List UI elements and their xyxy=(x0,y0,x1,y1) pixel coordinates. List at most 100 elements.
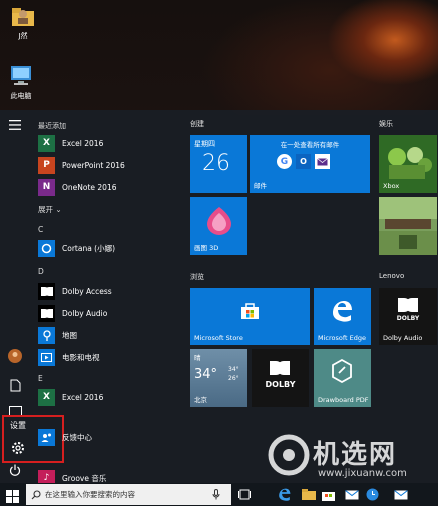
dolby-icon xyxy=(398,298,418,312)
dolby-wordmark: DOLBY xyxy=(396,315,420,322)
maps-icon xyxy=(38,326,55,344)
user-folder-icon xyxy=(10,4,36,28)
app-item-groove[interactable]: ♪ Groove 音乐 xyxy=(38,467,178,483)
outlook-icon: O xyxy=(296,154,311,169)
app-item-maps[interactable]: 地图 xyxy=(38,324,178,346)
start-menu: 设置 最近添加 X Excel 2016 P PowerPoint 2016 N… xyxy=(0,110,438,483)
chevron-down-icon: ⌄ xyxy=(55,205,62,214)
group-header-entertainment[interactable]: 娱乐 xyxy=(379,119,393,129)
movies-icon xyxy=(38,348,55,366)
app-label: Dolby Access xyxy=(62,286,112,296)
desktop-icon-this-pc[interactable]: 此电脑 xyxy=(1,64,41,101)
paint3d-icon xyxy=(207,207,231,235)
excel-icon: X xyxy=(38,134,55,152)
tile-label: Microsoft Edge xyxy=(318,334,367,342)
watermark: 机选网 www.jixuanw.com xyxy=(268,430,438,506)
app-label: Cortana (小娜) xyxy=(62,243,116,253)
letter-header-c[interactable]: C xyxy=(38,225,43,234)
tile-weather[interactable]: 晴 34° 34° 26° 北京 xyxy=(190,349,247,407)
powerpoint-icon: P xyxy=(38,156,55,174)
hamburger-menu-icon[interactable] xyxy=(7,117,23,133)
desktop-wallpaper xyxy=(0,0,438,115)
avatar[interactable] xyxy=(7,348,23,364)
search-icon xyxy=(31,489,41,500)
app-label: Dolby Audio xyxy=(62,308,108,318)
task-view-icon[interactable] xyxy=(236,486,253,503)
dolby-icon xyxy=(270,361,290,375)
recent-header: 最近添加 xyxy=(38,122,66,130)
tile-label: Xbox xyxy=(383,182,400,190)
tile-label: Drawboard PDF xyxy=(318,396,369,404)
app-label: PowerPoint 2016 xyxy=(62,160,125,170)
app-label: 电影和电视 xyxy=(62,352,100,362)
desktop-icon-user-folder[interactable]: J然 xyxy=(3,4,43,41)
tile-microsoft-store[interactable]: Microsoft Store xyxy=(190,288,310,345)
weather-low: 26° xyxy=(228,375,239,382)
taskbar-search-input[interactable]: 在这里输入你要搜索的内容 xyxy=(26,484,231,505)
watermark-logo-icon xyxy=(268,434,310,476)
tile-label: Dolby Audio xyxy=(383,334,423,342)
letter-header-d[interactable]: D xyxy=(38,267,44,276)
group-header-lenovo[interactable]: Lenovo xyxy=(379,272,404,280)
documents-icon[interactable] xyxy=(7,377,23,393)
computer-icon xyxy=(8,64,34,88)
groove-icon: ♪ xyxy=(38,469,55,483)
tile-microsoft-edge[interactable]: Microsoft Edge xyxy=(314,288,371,345)
tile-dolby[interactable]: DOLBY xyxy=(252,349,309,407)
tile-minecraft[interactable] xyxy=(379,197,437,255)
app-label: 反馈中心 xyxy=(62,432,92,442)
tile-label: 邮件 xyxy=(254,182,267,190)
app-item-excel-recent[interactable]: X Excel 2016 xyxy=(38,132,178,154)
store-bag-icon xyxy=(241,303,259,319)
tile-mail[interactable]: 在一处查看所有邮件 G O 邮件 xyxy=(250,135,370,193)
excel-icon: X xyxy=(38,388,55,406)
edge-icon xyxy=(333,301,352,322)
windows-start-icon[interactable] xyxy=(6,488,19,503)
app-label: Groove 音乐 xyxy=(62,473,107,483)
weather-high: 34° xyxy=(228,366,239,373)
app-item-excel[interactable]: X Excel 2016 xyxy=(38,386,178,408)
expand-label: 展开 xyxy=(38,205,53,214)
app-item-movies[interactable]: 电影和电视 xyxy=(38,346,178,368)
gear-icon[interactable] xyxy=(10,440,26,456)
app-item-onenote[interactable]: N OneNote 2016 xyxy=(38,176,178,198)
calendar-weekday: 星期四 xyxy=(194,140,215,148)
feedback-icon xyxy=(38,428,55,446)
weather-condition: 晴 xyxy=(194,354,201,362)
app-label: 地图 xyxy=(62,330,77,340)
watermark-url: www.jixuanw.com xyxy=(318,468,407,479)
dolby-icon xyxy=(38,282,55,300)
tiles-area: 创建 娱乐 浏览 Lenovo 星期四 26 在一处查看所有邮件 G O 邮件 xyxy=(180,110,438,483)
search-placeholder: 在这里输入你要搜索的内容 xyxy=(45,490,135,499)
weather-temp: 34° xyxy=(194,367,218,382)
tile-paint3d[interactable]: 画图 3D xyxy=(190,197,247,255)
app-item-dolby-audio[interactable]: Dolby Audio xyxy=(38,302,178,324)
app-list: 最近添加 X Excel 2016 P PowerPoint 2016 N On… xyxy=(30,110,180,483)
expand-button[interactable]: 展开 ⌄ xyxy=(38,204,62,215)
drawboard-icon xyxy=(332,359,352,383)
dolby-icon xyxy=(38,304,55,322)
google-icon: G xyxy=(277,154,292,169)
group-header-browse[interactable]: 浏览 xyxy=(190,272,204,282)
power-icon[interactable] xyxy=(7,462,23,478)
tile-calendar[interactable]: 星期四 26 xyxy=(190,135,247,193)
tile-xbox[interactable]: Xbox xyxy=(379,135,437,193)
tile-dolby-audio[interactable]: DOLBY Dolby Audio xyxy=(379,288,437,345)
group-header-create[interactable]: 创建 xyxy=(190,119,204,129)
microphone-icon[interactable] xyxy=(212,489,220,500)
weather-city: 北京 xyxy=(194,396,207,404)
watermark-text: 机选网 xyxy=(313,440,398,470)
minecraft-art-icon xyxy=(379,197,437,255)
mail-header: 在一处查看所有邮件 xyxy=(280,141,340,149)
letter-header-e[interactable]: E xyxy=(38,374,43,383)
cortana-icon xyxy=(38,239,55,257)
app-item-feedback-hub[interactable]: 反馈中心 xyxy=(38,426,178,448)
app-item-cortana[interactable]: Cortana (小娜) xyxy=(38,237,178,259)
tile-drawboard-pdf[interactable]: Drawboard PDF xyxy=(314,349,371,407)
desktop-icon-label: 此电脑 xyxy=(10,92,32,100)
app-item-dolby-access[interactable]: Dolby Access xyxy=(38,280,178,302)
app-label: Excel 2016 xyxy=(62,138,104,148)
yahoo-mail-icon xyxy=(315,154,330,169)
app-item-powerpoint[interactable]: P PowerPoint 2016 xyxy=(38,154,178,176)
tile-label: 画图 3D xyxy=(194,244,219,252)
